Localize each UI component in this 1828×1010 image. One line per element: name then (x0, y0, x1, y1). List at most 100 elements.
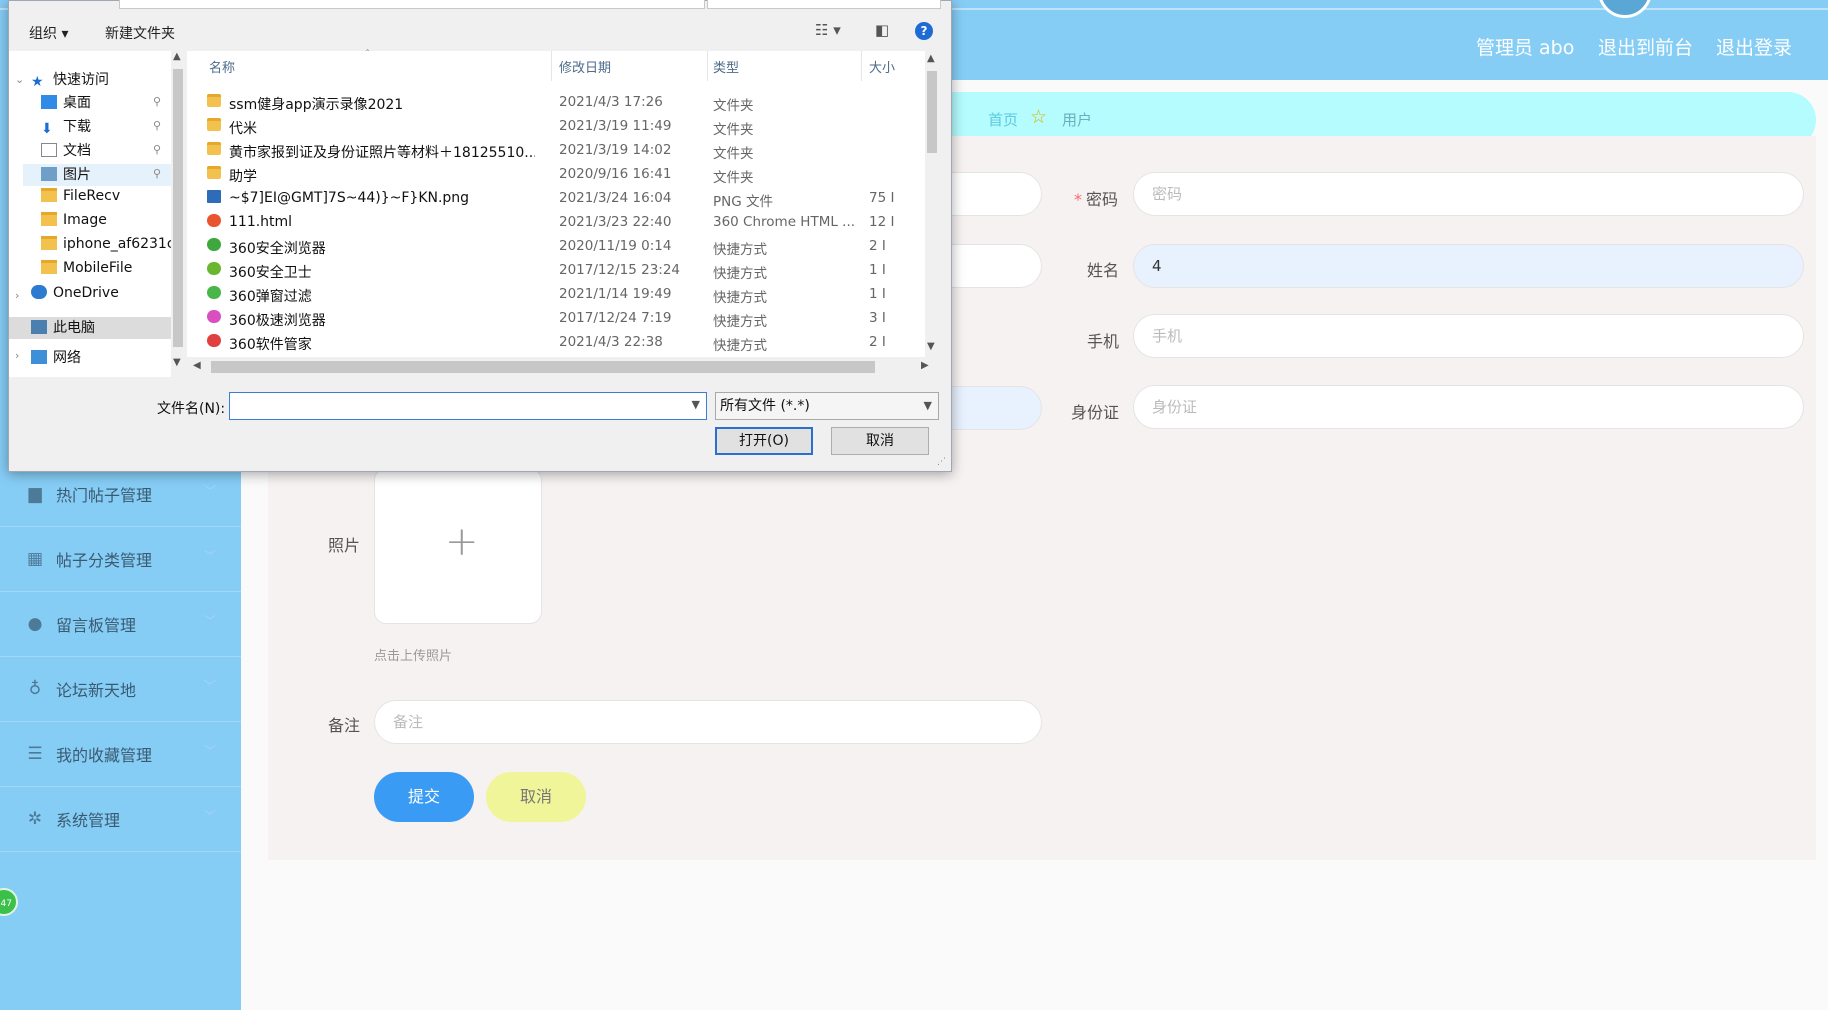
computer-icon (31, 320, 47, 334)
file-row[interactable]: 360安全浏览器 2020/11/19 0:14 快捷方式 2 I (187, 235, 927, 259)
chevron-down-icon[interactable]: ▼ (924, 393, 932, 419)
pin-icon[interactable]: ⚲ (153, 167, 161, 180)
idcard-label: 身份证 (1071, 403, 1120, 422)
pin-icon[interactable]: ⚲ (153, 143, 161, 156)
column-separator[interactable] (551, 51, 552, 81)
nav-label: iphone_af6231c (63, 236, 173, 252)
cancel-button[interactable]: 取消 (486, 772, 586, 822)
breadcrumb-current: 用户 (1062, 111, 1093, 129)
logout-link[interactable]: 退出登录 (1716, 33, 1792, 60)
nav-network[interactable]: 网络 (31, 347, 81, 369)
nav-filerecv[interactable]: FileRecv (41, 188, 120, 210)
file-row[interactable]: ssm健身app演示录像2021 2021/4/3 17:26 文件夹 (187, 91, 927, 115)
dialog-search-box[interactable] (707, 0, 941, 9)
remark-field[interactable]: 备注 (374, 700, 1042, 744)
chevron-down-icon[interactable]: ⌄ (15, 73, 24, 86)
column-name[interactable]: 名称 (209, 57, 235, 76)
folder-icon (41, 236, 57, 250)
nav-image[interactable]: Image (41, 212, 107, 234)
preview-pane-icon[interactable]: ◧ (875, 21, 889, 39)
nav-iphone[interactable]: iphone_af6231c (41, 236, 173, 258)
sidebar-item-post-categories[interactable]: ▦ 帖子分类管理 ﹀ (0, 527, 241, 592)
nav-documents[interactable]: 文档 (41, 140, 91, 162)
column-size[interactable]: 大小 (869, 57, 895, 76)
chevron-right-icon[interactable]: › (15, 349, 19, 362)
file-row[interactable]: 360极速浏览器 2017/12/24 7:19 快捷方式 3 I (187, 307, 927, 331)
column-type[interactable]: 类型 (713, 57, 739, 76)
nav-onedrive[interactable]: OneDrive (31, 285, 119, 307)
file-row[interactable]: 助学 2020/9/16 16:41 文件夹 (187, 163, 927, 187)
name-field[interactable]: 4 (1133, 244, 1804, 288)
nav-pictures[interactable]: 图片 (23, 164, 171, 186)
file-type: 文件夹 (713, 170, 754, 186)
nav-scrollbar[interactable]: ▲ ▼ (171, 51, 185, 377)
password-label: * 密码 (1074, 190, 1119, 209)
network-icon (31, 350, 47, 364)
file-row[interactable]: ~$7]EI@GMT]7S~44)}~F}KN.png 2021/3/24 16:… (187, 187, 927, 211)
file-size: 1 I (869, 262, 886, 278)
file-name: 助学 (229, 169, 257, 185)
chevron-down-icon[interactable]: ▼ (692, 398, 700, 411)
column-date[interactable]: 修改日期 (559, 57, 611, 76)
column-separator[interactable] (707, 51, 708, 81)
file-row[interactable]: 黄市家报到证及身份证照片等材料＋18125510... 2021/3/19 14:… (187, 139, 927, 163)
sidebar-item-forum[interactable]: ♁ 论坛新天地 ﹀ (0, 657, 241, 722)
breadcrumb-home[interactable]: 首页 (988, 109, 1018, 130)
file-row[interactable]: 360弹窗过滤 2021/1/14 19:49 快捷方式 1 I (187, 283, 927, 307)
resize-grip-icon[interactable]: ⋰ (937, 457, 946, 467)
folder-icon (41, 260, 57, 274)
file-size: 2 I (869, 238, 886, 254)
scroll-thumb[interactable] (173, 69, 183, 347)
pin-icon[interactable]: ⚲ (153, 119, 161, 132)
file-list-hscrollbar[interactable]: ◀ ▶ (187, 357, 939, 377)
password-field[interactable]: 密码 (1133, 172, 1804, 216)
sidebar-item-favorites[interactable]: ☰ 我的收藏管理 ﹀ (0, 722, 241, 787)
submit-button[interactable]: 提交 (374, 772, 474, 822)
scroll-down-icon[interactable]: ▼ (173, 357, 181, 368)
scroll-down-icon[interactable]: ▼ (927, 341, 935, 352)
new-folder-button[interactable]: 新建文件夹 (105, 23, 175, 43)
nav-downloads[interactable]: ⬇ 下载 (41, 116, 91, 138)
file-row[interactable]: 360软件管家 2021/4/3 22:38 快捷方式 2 I (187, 331, 927, 355)
nav-quick-access[interactable]: ★ 快速访问 (31, 69, 109, 91)
help-icon[interactable]: ? (915, 22, 933, 40)
file-date: 2017/12/15 23:24 (559, 262, 681, 278)
address-bar[interactable] (119, 0, 705, 9)
file-row[interactable]: 代米 2021/3/19 11:49 文件夹 (187, 115, 927, 139)
sidebar-item-system[interactable]: ✲ 系统管理 ﹀ (0, 787, 241, 852)
upload-hint: 点击上传照片 (374, 649, 453, 664)
scroll-left-icon[interactable]: ◀ (193, 360, 201, 371)
exit-to-front-link[interactable]: 退出到前台 (1598, 33, 1693, 60)
pin-icon[interactable]: ⚲ (153, 95, 161, 108)
browser-icon (207, 238, 221, 251)
column-separator[interactable] (861, 51, 862, 81)
nav-this-pc[interactable]: 此电脑 (9, 317, 171, 339)
organize-button[interactable]: 组织 ▾ (29, 23, 68, 43)
scroll-up-icon[interactable]: ▲ (927, 53, 935, 64)
chevron-down-icon: ﹀ (204, 614, 217, 628)
scroll-thumb[interactable] (211, 361, 875, 373)
nav-mobilefile[interactable]: MobileFile (41, 260, 132, 282)
nav-desktop[interactable]: 桌面 (41, 92, 91, 114)
filetype-select[interactable]: 所有文件 (*.*) ▼ (715, 392, 939, 420)
file-name: 360弹窗过滤 (229, 289, 312, 305)
file-list-scrollbar[interactable]: ▲ ▼ (925, 51, 939, 357)
filename-input[interactable]: ▼ (229, 392, 707, 420)
file-row[interactable]: 360安全卫士 2017/12/15 23:24 快捷方式 1 I (187, 259, 927, 283)
file-type: 快捷方式 (713, 266, 767, 282)
dialog-cancel-button[interactable]: 取消 (831, 427, 929, 455)
scroll-up-icon[interactable]: ▲ (173, 51, 181, 62)
file-type: 文件夹 (713, 98, 754, 114)
open-button[interactable]: 打开(O) (715, 427, 813, 455)
file-name: 360安全卫士 (229, 265, 312, 281)
file-row[interactable]: 111.html 2021/3/23 22:40 360 Chrome HTML .… (187, 211, 927, 235)
view-options-icon[interactable]: ☷ ▾ (815, 21, 841, 39)
phone-field[interactable]: 手机 (1133, 314, 1804, 358)
scroll-thumb[interactable] (927, 71, 937, 153)
avatar[interactable] (1598, 0, 1652, 18)
scroll-right-icon[interactable]: ▶ (921, 360, 929, 371)
sidebar-item-message-board[interactable]: ● 留言板管理 ﹀ (0, 592, 241, 657)
idcard-field[interactable]: 身份证 (1133, 385, 1804, 429)
photo-uploader[interactable]: + (374, 468, 542, 624)
chevron-right-icon[interactable]: › (15, 289, 19, 302)
